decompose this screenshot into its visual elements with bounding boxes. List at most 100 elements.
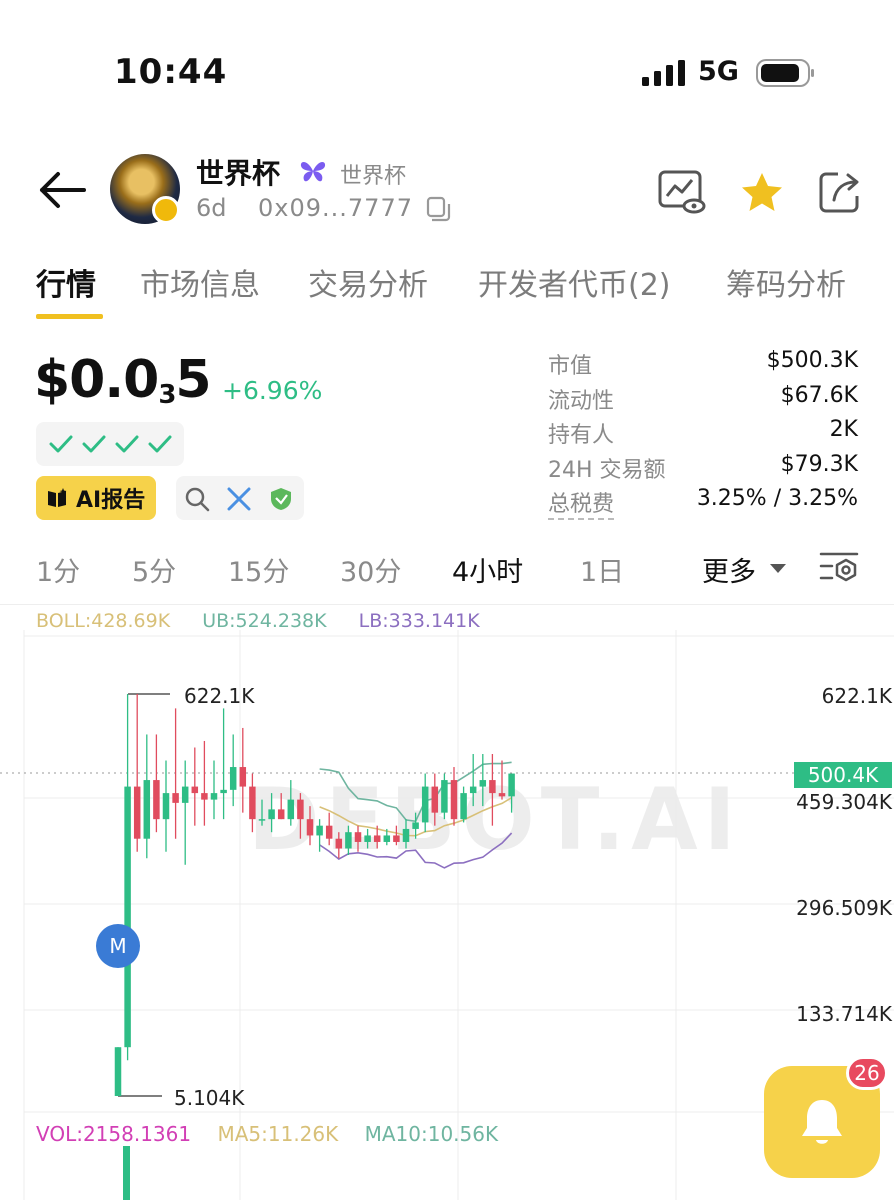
candle-body: [335, 838, 343, 849]
candle-body: [373, 835, 381, 842]
tab-dev-tokens[interactable]: 开发者代币(2): [478, 260, 671, 304]
contract-address[interactable]: 0x09...7777: [258, 194, 413, 222]
candle-body: [498, 793, 506, 797]
volume-bars: [123, 1146, 130, 1200]
timeframe-more[interactable]: 更多: [702, 550, 756, 589]
candle-body: [143, 780, 151, 839]
candles: [114, 694, 515, 1097]
x-twitter-icon[interactable]: [226, 486, 252, 512]
candle-body: [249, 786, 256, 820]
butterfly-icon: [300, 161, 326, 182]
chart-settings-icon[interactable]: [818, 548, 860, 588]
cellular-signal-icon: [642, 60, 685, 86]
back-arrow-icon[interactable]: [36, 168, 88, 212]
candle-body: [268, 809, 275, 820]
tab-trade-analysis[interactable]: 交易分析: [308, 260, 428, 304]
candle-body: [258, 819, 266, 821]
security-checks[interactable]: [36, 422, 184, 466]
timeframe-4h[interactable]: 4小时: [452, 550, 523, 589]
share-icon[interactable]: [818, 170, 866, 214]
check-icon: [82, 435, 105, 453]
candle-body: [489, 780, 496, 794]
timeframe-1d[interactable]: 1日: [580, 550, 624, 589]
price-change: +6.96%: [222, 376, 323, 405]
y-axis-tick: 296.509K: [796, 896, 892, 920]
vol-ma5-value: MA5:11.26K: [217, 1122, 339, 1146]
bell-icon: [802, 1100, 842, 1144]
shield-icon[interactable]: [268, 486, 294, 512]
token-header: 世界杯 世界杯 6d 0x09...7777: [0, 140, 894, 240]
status-bar: 10:44 5G: [0, 0, 894, 130]
timeframe-15m[interactable]: 15分: [228, 550, 289, 589]
stat-total-tax[interactable]: 总税费 3.25% / 3.25%: [548, 486, 858, 521]
tab-market-info[interactable]: 市场信息: [140, 260, 260, 304]
candle-body: [450, 780, 458, 820]
candle-body: [201, 793, 208, 800]
stat-24h-volume: 24H 交易额 $79.3K: [548, 451, 858, 483]
active-tab-indicator: [36, 314, 103, 319]
tab-holder-analysis[interactable]: 筹码分析: [726, 260, 846, 304]
tab-market[interactable]: 行情: [36, 260, 96, 304]
candle-body: [239, 767, 247, 787]
network-type: 5G: [698, 56, 739, 87]
candle-body: [191, 786, 199, 794]
candle-body: [162, 793, 170, 820]
candle-body: [345, 832, 352, 849]
tab-bar: 行情 市场信息 交易分析 开发者代币(2) 筹码分析: [0, 250, 894, 320]
social-links: [176, 476, 304, 520]
last-price-tag: 500.4K: [794, 762, 892, 788]
copy-icon[interactable]: [424, 196, 452, 224]
token-subname: 世界杯: [340, 164, 407, 189]
timeframe-30m[interactable]: 30分: [340, 550, 401, 589]
y-axis-tick: 459.304K: [796, 790, 892, 814]
check-icon: [115, 435, 138, 453]
candle-body: [114, 1047, 122, 1097]
candle-body: [133, 786, 141, 839]
chart-watch-icon[interactable]: [658, 170, 706, 214]
token-price: $0.035: [34, 350, 212, 410]
chevron-down-icon: [770, 564, 786, 573]
timeframe-1m[interactable]: 1分: [36, 550, 80, 589]
candlestick-chart[interactable]: [0, 600, 894, 1200]
candle-body: [277, 809, 285, 820]
candle-body: [364, 835, 371, 842]
high-price-label: 622.1K: [184, 684, 255, 708]
candle-body: [229, 767, 237, 790]
candle-body: [325, 825, 333, 839]
stat-market-cap: 市值 $500.3K: [548, 348, 858, 379]
token-stats: 市值 $500.3K 流动性 $67.6K 持有人 2K 24H 交易额 $79…: [548, 348, 858, 521]
candle-body: [220, 789, 227, 794]
candle-body: [316, 825, 323, 836]
candle-body: [431, 786, 439, 813]
stat-holders: 持有人 2K: [548, 417, 858, 448]
candle-body: [306, 819, 314, 836]
y-axis-tick: 622.1K: [821, 684, 892, 708]
search-icon[interactable]: [184, 486, 210, 512]
timeframe-5m[interactable]: 5分: [132, 550, 176, 589]
volume-legend: VOL:2158.1361 MA5:11.26K MA10:10.56K: [36, 1122, 518, 1146]
chart-grid: [0, 630, 894, 1200]
candle-body: [181, 786, 189, 803]
candle-body: [393, 835, 400, 842]
stat-liquidity: 流动性 $67.6K: [548, 382, 858, 414]
vol-ma10-value: MA10:10.56K: [364, 1122, 499, 1146]
token-age: 6d: [196, 194, 227, 222]
check-icon: [49, 435, 72, 453]
ai-report-label: AI报告: [76, 488, 146, 513]
candle-body: [508, 773, 515, 797]
bnb-chain-icon: [152, 196, 180, 224]
candle-body: [402, 828, 410, 842]
ai-report-button[interactable]: AI报告: [36, 476, 156, 520]
candle-body: [479, 780, 487, 787]
report-book-icon: [48, 488, 67, 507]
favorite-star-icon[interactable]: [738, 170, 786, 214]
candle-body: [383, 835, 391, 842]
notification-badge: 26: [846, 1056, 888, 1090]
candle-body: [124, 786, 131, 1048]
candle-body: [172, 793, 179, 803]
migration-marker[interactable]: M: [96, 924, 140, 968]
battery-icon: [756, 59, 814, 87]
token-name: 世界杯: [196, 157, 281, 190]
candle-body: [460, 793, 467, 820]
vol-value: VOL:2158.1361: [36, 1122, 192, 1146]
